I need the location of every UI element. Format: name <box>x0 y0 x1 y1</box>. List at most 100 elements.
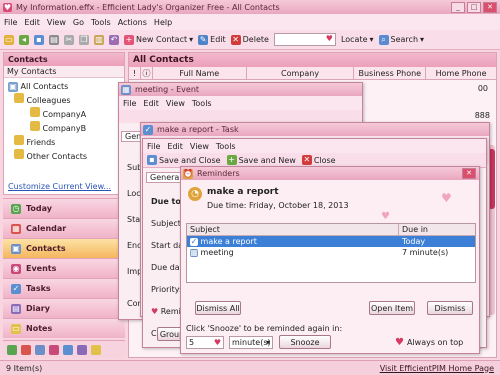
column-company[interactable]: Company <box>247 67 355 79</box>
tasks-small-icon[interactable] <box>63 344 73 355</box>
menu-edit[interactable]: Edit <box>24 18 40 27</box>
column-business-phone[interactable]: Business Phone <box>354 67 427 79</box>
flag-column-icon[interactable]: ! <box>129 67 141 79</box>
new-contact-button[interactable]: + New Contact ▾ <box>124 34 194 45</box>
event-menu-file[interactable]: File <box>123 99 136 108</box>
diary-small-icon[interactable] <box>77 344 87 355</box>
attachment-column-icon[interactable]: ⓘ <box>141 67 153 79</box>
nav-diary[interactable]: ▤ Diary <box>3 298 125 318</box>
dismiss-button[interactable]: Dismiss <box>427 301 473 315</box>
tree-item-companya[interactable]: CompanyA <box>8 107 124 121</box>
back-icon[interactable]: ◂ <box>19 34 29 45</box>
reminders-titlebar: ⏰ Reminders ✕ <box>181 167 479 180</box>
print-icon[interactable]: ▤ <box>49 34 59 45</box>
item-count: 9 Item(s) <box>6 363 43 373</box>
main-titlebar: ♥ My Information.effx - Efficient Lady's… <box>0 0 500 14</box>
column-due-in[interactable]: Due in <box>399 224 475 235</box>
today-icon: ◷ <box>11 203 21 214</box>
events-small-icon[interactable] <box>49 344 59 355</box>
event-titlebar: ▦ meeting - Event <box>119 83 362 96</box>
nav-events[interactable]: ◉ Events <box>3 258 125 278</box>
snooze-amount-input[interactable]: 5 ♥ <box>186 336 224 349</box>
event-menu-tools[interactable]: Tools <box>192 99 212 108</box>
folder-icon <box>30 107 40 117</box>
maximize-button[interactable]: □ <box>467 1 481 13</box>
open-item-button[interactable]: Open Item <box>369 301 415 315</box>
task-menu-edit[interactable]: Edit <box>167 142 183 151</box>
undo-icon[interactable]: ↶ <box>109 34 119 45</box>
chevron-down-icon: ▾ <box>369 35 374 44</box>
customize-view-link[interactable]: Customize Current View... <box>8 182 111 191</box>
tasks-icon: ✓ <box>11 283 21 294</box>
window-title: My Information.effx - Efficient Lady's O… <box>16 2 280 12</box>
tree-item-colleagues[interactable]: Colleagues <box>8 93 124 107</box>
delete-button[interactable]: ✕ Delete <box>230 34 269 45</box>
home-page-link[interactable]: Visit EfficientPIM Home Page <box>380 364 494 373</box>
column-full-name[interactable]: Full Name <box>153 67 247 79</box>
task-menu-tools[interactable]: Tools <box>216 142 236 151</box>
menu-tools[interactable]: Tools <box>91 18 111 27</box>
task-save-new-button[interactable]: + Save and New <box>226 155 296 165</box>
cut-icon[interactable]: ✂ <box>64 34 74 45</box>
calendar-icon: ▦ <box>11 223 21 234</box>
contacts-icon: ▣ <box>8 82 18 92</box>
copy-icon[interactable]: ❐ <box>79 34 89 45</box>
search-button[interactable]: ⌕ Search ▾ <box>378 34 424 45</box>
column-home-phone[interactable]: Home Phone <box>426 67 496 79</box>
chevron-down-icon: ▾ <box>189 35 194 44</box>
event-icon: ▦ <box>121 84 131 95</box>
reminders-close-button[interactable]: ✕ <box>462 168 476 179</box>
task-close-button[interactable]: ✕ Close <box>301 155 336 165</box>
reminder-row[interactable]: ▦ meeting 7 minute(s) <box>187 247 475 258</box>
new-contact-icon: + <box>124 34 134 45</box>
save-icon[interactable]: ▪ <box>34 34 44 45</box>
nav-tasks[interactable]: ✓ Tasks <box>3 278 125 298</box>
event-menu-view[interactable]: View <box>166 99 185 108</box>
menu-actions[interactable]: Actions <box>118 18 147 27</box>
quick-search-input[interactable]: ♥ <box>273 33 336 46</box>
contacts-list-header: All Contacts <box>129 53 496 67</box>
menu-go[interactable]: Go <box>73 18 84 27</box>
contacts-small-icon[interactable] <box>35 344 45 355</box>
nav-contacts[interactable]: ▣ Contacts <box>3 238 125 258</box>
save-icon: ▪ <box>147 155 157 165</box>
open-folder-icon[interactable]: ▭ <box>4 34 14 45</box>
task-save-close-button[interactable]: ▪ Save and Close <box>147 155 221 165</box>
delete-icon: ✕ <box>230 34 241 45</box>
edit-button[interactable]: ✎ Edit <box>198 34 226 45</box>
minimize-button[interactable]: _ <box>451 1 465 13</box>
nav-bar: ◷ Today ▦ Calendar ▣ Contacts ◉ Events ✓ Task… <box>3 198 125 338</box>
dismiss-all-button[interactable]: Dismiss All <box>195 301 241 315</box>
tree-item-all-contacts[interactable]: ▣ All Contacts <box>8 80 124 93</box>
nav-notes[interactable]: ▭ Notes <box>3 318 125 338</box>
close-button[interactable]: ✕ <box>483 1 497 13</box>
notes-small-icon[interactable] <box>91 344 101 355</box>
tree-item-other-contacts[interactable]: Other Contacts <box>8 149 124 163</box>
reminders-list-header: Subject Due in <box>187 224 475 236</box>
today-small-icon[interactable] <box>7 344 17 355</box>
nav-calendar[interactable]: ▦ Calendar <box>3 218 125 238</box>
snooze-button[interactable]: Snooze <box>279 335 331 349</box>
column-subject[interactable]: Subject <box>187 224 399 235</box>
always-on-top-toggle[interactable]: ♥ Always on top <box>395 337 463 348</box>
menu-help[interactable]: Help <box>154 18 172 27</box>
paste-icon[interactable]: ▥ <box>94 34 104 45</box>
decorative-heart-icon: ♥ <box>381 211 390 222</box>
task-menu-view[interactable]: View <box>190 142 209 151</box>
folder-icon <box>14 135 24 145</box>
notes-icon: ▭ <box>11 323 21 334</box>
snooze-unit-select[interactable]: minute(s) ▾ <box>229 336 273 349</box>
reminder-due-time: Due time: Friday, October 18, 2013 <box>207 201 349 210</box>
menu-view[interactable]: View <box>47 18 66 27</box>
task-menu-file[interactable]: File <box>147 142 160 151</box>
calendar-small-icon[interactable] <box>21 344 31 355</box>
event-menu-edit[interactable]: Edit <box>143 99 159 108</box>
nav-today[interactable]: ◷ Today <box>3 198 125 218</box>
tree-item-companyb[interactable]: CompanyB <box>8 121 124 135</box>
menu-file[interactable]: File <box>4 18 17 27</box>
heart-icon: ♥ <box>213 338 221 347</box>
locate-button[interactable]: Locate ▾ <box>341 35 374 44</box>
reminder-row[interactable]: ✓ make a report Today <box>187 236 475 247</box>
tree-item-friends[interactable]: Friends <box>8 135 124 149</box>
tree-title: My Contacts <box>4 66 124 78</box>
